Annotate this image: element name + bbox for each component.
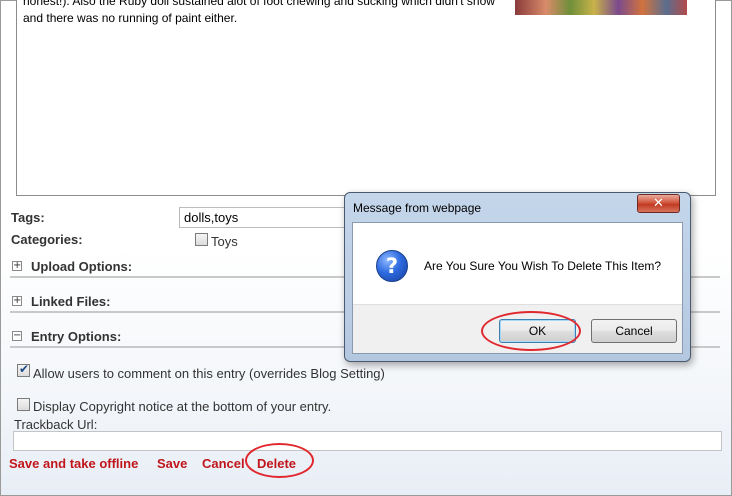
allow-comments-label: Allow users to comment on this entry (ov… <box>33 366 385 381</box>
cancel-link[interactable]: Cancel <box>202 456 245 471</box>
entry-editor[interactable]: honest!). Also the Ruby doll sustained a… <box>16 0 716 196</box>
category-toys-label: Toys <box>211 234 238 249</box>
dialog-title: Message from webpage <box>353 201 482 215</box>
display-copyright-checkbox[interactable] <box>17 398 30 411</box>
collapse-icon[interactable]: − <box>12 331 22 341</box>
section-title: Entry Options: <box>31 329 122 344</box>
trackback-label: Trackback Url: <box>14 417 98 432</box>
allow-comments-checkbox[interactable] <box>17 362 30 377</box>
ok-highlight-oval <box>481 311 581 351</box>
expand-icon[interactable]: + <box>12 261 22 271</box>
editor-image <box>515 0 687 15</box>
editor-text: honest!). Also the Ruby doll sustained a… <box>23 0 503 27</box>
save-offline-link[interactable]: Save and take offline <box>9 456 138 471</box>
section-title: Linked Files: <box>31 294 111 309</box>
dialog-message: Are You Sure You Wish To Delete This Ite… <box>424 259 662 273</box>
editor-line: and there was no running of paint either… <box>23 11 238 25</box>
trackback-url-input[interactable] <box>13 431 722 451</box>
tags-label: Tags: <box>11 210 45 225</box>
question-icon: ? <box>376 250 408 282</box>
delete-highlight-oval <box>245 443 314 478</box>
display-copyright-label: Display Copyright notice at the bottom o… <box>33 399 332 414</box>
expand-icon[interactable]: + <box>12 296 22 306</box>
category-toys-checkbox[interactable] <box>195 233 208 246</box>
cancel-button[interactable]: Cancel <box>591 319 677 343</box>
section-title: Upload Options: <box>31 259 133 274</box>
editor-line: honest!). Also the Ruby doll sustained a… <box>23 0 495 8</box>
categories-label: Categories: <box>11 232 83 247</box>
save-link[interactable]: Save <box>157 456 187 471</box>
close-icon[interactable]: ✕ <box>637 194 680 213</box>
